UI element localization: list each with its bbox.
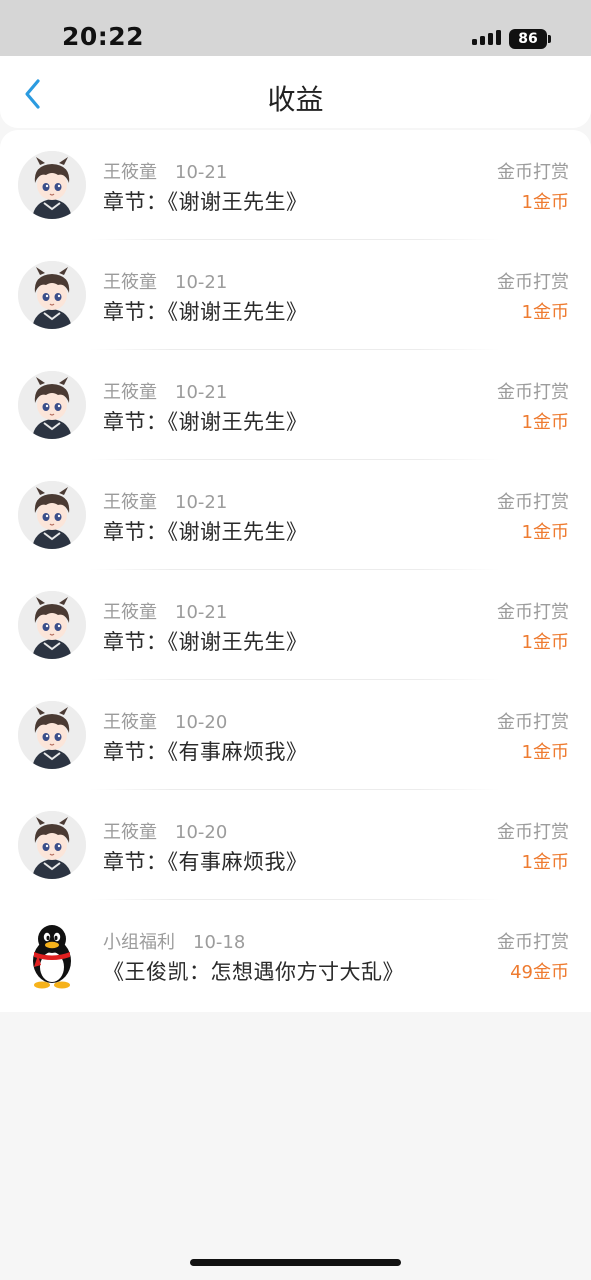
date: 10-21: [175, 162, 228, 183]
reward-type: 金币打赏: [497, 162, 569, 183]
list-item[interactable]: 王筱童 10-21 章节：《谢谢王先生》 金币打赏 1金币: [0, 570, 591, 680]
chapter-title: 章节：《谢谢王先生》: [103, 190, 308, 214]
chapter-title: 章节：《谢谢王先生》: [103, 300, 308, 324]
chapter-title: 章节：《谢谢王先生》: [103, 630, 308, 654]
list-item[interactable]: 小组福利 10-18 《王俊凯：怎想遇你方寸大乱》 金币打赏 49金币: [0, 900, 591, 1010]
username[interactable]: 王筱童: [103, 272, 157, 293]
avatar[interactable]: [18, 811, 86, 879]
reward-amount: 1金币: [521, 632, 569, 653]
reward-amount: 1金币: [521, 852, 569, 873]
username[interactable]: 王筱童: [103, 602, 157, 623]
reward-type: 金币打赏: [497, 602, 569, 623]
date: 10-21: [175, 602, 228, 623]
page-title: 收益: [267, 83, 324, 116]
chapter-title: 章节：《谢谢王先生》: [103, 520, 308, 544]
meta-line: 小组福利 10-18: [103, 928, 245, 954]
reward-amount: 1金币: [521, 302, 569, 323]
reward-amount: 49金币: [510, 962, 569, 983]
reward-type: 金币打赏: [497, 712, 569, 733]
signal-icon: [472, 29, 502, 45]
reward-type: 金币打赏: [497, 932, 569, 953]
list-item[interactable]: 王筱童 10-21 章节：《谢谢王先生》 金币打赏 1金币: [0, 350, 591, 460]
username[interactable]: 王筱童: [103, 822, 157, 843]
home-indicator[interactable]: [190, 1259, 401, 1266]
list-item[interactable]: 王筱童 10-21 章节：《谢谢王先生》 金币打赏 1金币: [0, 130, 591, 240]
avatar[interactable]: [18, 151, 86, 219]
list-item[interactable]: 王筱童 10-21 章节：《谢谢王先生》 金币打赏 1金币: [0, 460, 591, 570]
date: 10-20: [175, 712, 228, 733]
reward-type: 金币打赏: [497, 272, 569, 293]
username[interactable]: 王筱童: [103, 712, 157, 733]
username[interactable]: 王筱童: [103, 162, 157, 183]
date: 10-18: [193, 932, 246, 953]
reward-type: 金币打赏: [497, 382, 569, 403]
meta-line: 王筱童 10-20: [103, 818, 227, 844]
date: 10-20: [175, 822, 228, 843]
meta-line: 王筱童 10-21: [103, 598, 227, 624]
username[interactable]: 小组福利: [103, 932, 175, 953]
meta-line: 王筱童 10-21: [103, 158, 227, 184]
battery-icon: 86: [509, 29, 547, 49]
reward-amount: 1金币: [521, 192, 569, 213]
avatar[interactable]: [18, 481, 86, 549]
meta-line: 王筱童 10-21: [103, 378, 227, 404]
chapter-title: 章节：《有事麻烦我》: [103, 740, 308, 764]
status-time: 20:22: [62, 22, 145, 51]
list-item[interactable]: 王筱童 10-20 章节：《有事麻烦我》 金币打赏 1金币: [0, 790, 591, 900]
battery-tip: [548, 35, 551, 43]
avatar[interactable]: [18, 701, 86, 769]
meta-line: 王筱童 10-21: [103, 268, 227, 294]
chapter-title: 章节：《谢谢王先生》: [103, 410, 308, 434]
nav-bar: 收益: [0, 56, 591, 128]
status-bar: 20:22 86: [0, 0, 591, 56]
meta-line: 王筱童 10-21: [103, 488, 227, 514]
reward-type: 金币打赏: [497, 492, 569, 513]
date: 10-21: [175, 492, 228, 513]
qq-penguin-avatar[interactable]: [26, 921, 78, 989]
earnings-list: 王筱童 10-21 章节：《谢谢王先生》 金币打赏 1金币 王筱童 10-21 章节：《谢谢…: [0, 130, 591, 1012]
meta-line: 王筱童 10-20: [103, 708, 227, 734]
date: 10-21: [175, 382, 228, 403]
reward-type: 金币打赏: [497, 822, 569, 843]
username[interactable]: 王筱童: [103, 382, 157, 403]
reward-amount: 1金币: [521, 742, 569, 763]
chapter-title: 章节：《有事麻烦我》: [103, 850, 308, 874]
list-item[interactable]: 王筱童 10-21 章节：《谢谢王先生》 金币打赏 1金币: [0, 240, 591, 350]
chapter-title: 《王俊凯：怎想遇你方寸大乱》: [103, 960, 404, 984]
avatar[interactable]: [18, 591, 86, 659]
list-item[interactable]: 王筱童 10-20 章节：《有事麻烦我》 金币打赏 1金币: [0, 680, 591, 790]
avatar[interactable]: [18, 261, 86, 329]
avatar[interactable]: [18, 371, 86, 439]
reward-amount: 1金币: [521, 522, 569, 543]
username[interactable]: 王筱童: [103, 492, 157, 513]
reward-amount: 1金币: [521, 412, 569, 433]
date: 10-21: [175, 272, 228, 293]
